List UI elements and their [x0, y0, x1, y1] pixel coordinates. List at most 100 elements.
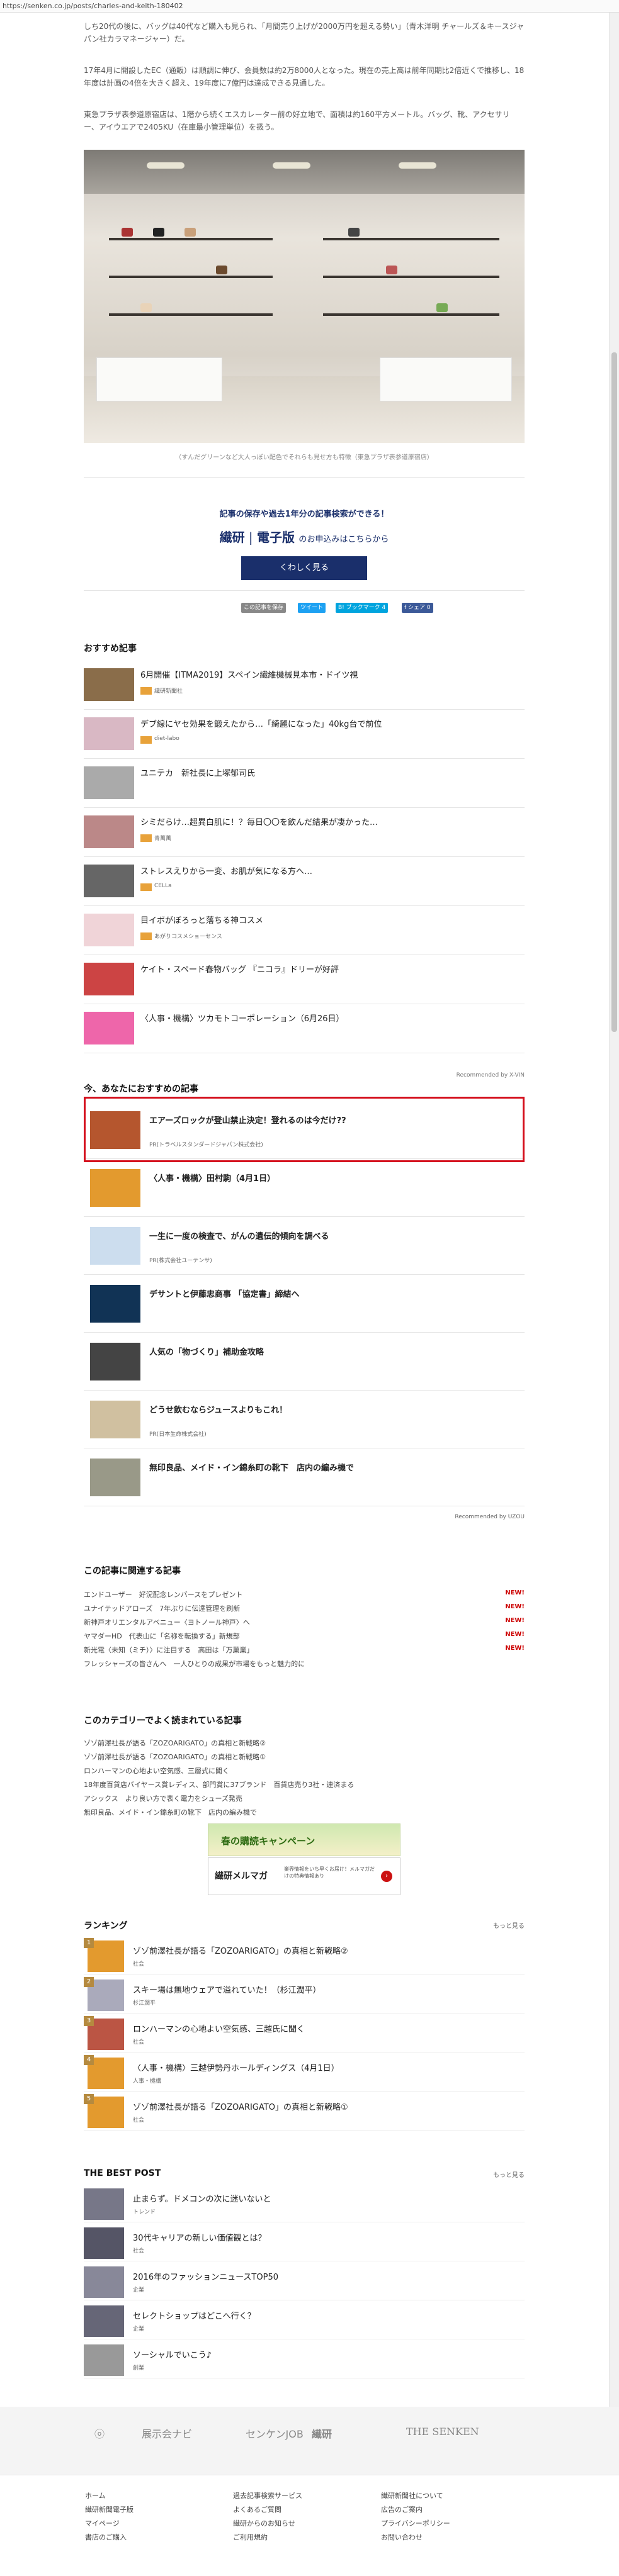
footer-link[interactable]: 過去記事検索サービス	[233, 2490, 302, 2500]
category-item[interactable]: アシックス より良い方で表く電力をシューズ発売	[84, 1793, 525, 1803]
ranking-item[interactable]: 5 ゾゾ前澤社長が語る「ZOZOARIGATO」の真相と新戦略① 社会	[84, 2094, 525, 2131]
osusume-item-title[interactable]: どうせ飲むならジュースよりもこれ！	[149, 1403, 287, 1415]
recommend-item-title[interactable]: デブ線にヤセ効果を鍛えたから…「綺麗になった」40kg台で前位	[140, 717, 382, 729]
ranking-item-title[interactable]: ゾゾ前澤社長が語る「ZOZOARIGATO」の真相と新戦略②	[133, 1944, 348, 1956]
best-post-title[interactable]: 2016年のファッションニュースTOP50	[133, 2270, 278, 2282]
category-item[interactable]: ゾゾ前澤社長が語る「ZOZOARIGATO」の真相と新戦略①	[84, 1752, 525, 1762]
related-item-text[interactable]: 新光電〈未知（ミチ）〉に注目する 高田は「万菓業」	[84, 1646, 254, 1654]
recommend-item[interactable]: 目イボがぼろっと落ちる神コスメ あがりコスメショーセンス	[84, 911, 525, 955]
osusume-item-title[interactable]: 人気の「物づくり」補助金攻略	[149, 1345, 264, 1357]
scrollbar[interactable]	[609, 13, 619, 2576]
related-item[interactable]: ユナイテッドアローズ 7年ぶりに伝達管理を刷新 NEW!	[84, 1603, 525, 1613]
ranking-item-title[interactable]: スキー場は無地ウェアで溢れていた！（杉江潤平）	[133, 1983, 321, 1995]
ranking-more-link[interactable]: もっと見る	[493, 1920, 525, 1930]
best-post-item[interactable]: 止まらず。ドメコンの次に迷いないと トレンド	[84, 2186, 525, 2222]
osusume-item[interactable]: 無印良品、メイド・イン錦糸町の靴下 店内の編み機で	[84, 1448, 525, 1506]
best-post-item[interactable]: 2016年のファッションニュースTOP50 企業	[84, 2264, 525, 2300]
footer-logo-senken[interactable]: 繊研	[312, 2426, 332, 2441]
related-item-text[interactable]: エンドユーザー 好況配念レンバースをプレゼント	[84, 1591, 242, 1599]
recommend-item-title[interactable]: 〈人事・機構〉ツカモトコーポレーション（6月26日）	[140, 1012, 344, 1024]
osusume-thumb	[90, 1169, 140, 1207]
footer-link[interactable]: 繊研新聞電子版	[85, 2504, 133, 2514]
related-item-text[interactable]: ユナイテッドアローズ 7年ぶりに伝達管理を刷新	[84, 1604, 240, 1613]
recommend-item-title[interactable]: ケイト・スペード春物バッグ 『ニコラ』ドリーが好評	[140, 963, 339, 975]
best-post-item[interactable]: ソーシャルでいこう♪ 創業	[84, 2342, 525, 2378]
best-post-category: 企業	[133, 2326, 145, 2332]
footer-link[interactable]: マイページ	[85, 2518, 120, 2528]
osusume-item-title[interactable]: 無印良品、メイド・イン錦糸町の靴下 店内の編み機で	[149, 1461, 354, 1473]
osusume-item[interactable]: どうせ飲むならジュースよりもこれ！ PR(日本生命株式会社)	[84, 1391, 525, 1448]
footer-link[interactable]: お問い合わせ	[381, 2532, 423, 2542]
related-item[interactable]: ヤマダーHD 代表山に「名称を転換する」新規部 NEW!	[84, 1631, 525, 1641]
recommend-item[interactable]: シミだらけ…超異白肌に！？毎日〇〇を飲んだ結果が凄かった… 青萬萬	[84, 813, 525, 857]
related-item[interactable]: 新光電〈未知（ミチ）〉に注目する 高田は「万菓業」 NEW!	[84, 1645, 525, 1655]
recommend-item[interactable]: 6月開催【ITMA2019】スペイン繊維機械見本市・ドイツ視 繊研新聞社	[84, 666, 525, 710]
related-item-text[interactable]: ヤマダーHD 代表山に「名称を転換する」新規部	[84, 1632, 240, 1640]
recommend-item[interactable]: ケイト・スペード春物バッグ 『ニコラ』ドリーが好評	[84, 960, 525, 1004]
related-item[interactable]: 新神戸オリエンタルアベニュー〈ヨトノール神戸〉へ NEW!	[84, 1617, 525, 1627]
best-post-title[interactable]: セレクトショップはどこへ行く？	[133, 2309, 256, 2321]
mailmag-banner[interactable]: 繊研メルマガ 業界情報をいち早くお届け！メルマガだけの特典情報あり ›	[208, 1857, 400, 1895]
related-item[interactable]: フレッシャーズの皆さんへ 一人ひとりの成果が市場をもっと魅力的に	[84, 1659, 525, 1669]
scrollbar-thumb[interactable]	[611, 352, 617, 1032]
related-item-text[interactable]: 新神戸オリエンタルアベニュー〈ヨトノール神戸〉へ	[84, 1618, 250, 1627]
category-item[interactable]: ロンハーマンの心地よい空気感、三層式に聞く	[84, 1766, 525, 1776]
hatena-button[interactable]: B! ブックマーク 4	[336, 603, 389, 613]
best-more-link[interactable]: もっと見る	[493, 2170, 525, 2179]
ranking-item-title[interactable]: ゾゾ前澤社長が語る「ZOZOARIGATO」の真相と新戦略①	[133, 2100, 348, 2112]
footer-link[interactable]: 繊研からのお知らせ	[233, 2518, 295, 2528]
footer-logo-job[interactable]: センケンJOB	[246, 2426, 304, 2441]
recommend-item[interactable]: ユニテカ 新社長に上塚郁司氏	[84, 764, 525, 808]
footer-link[interactable]: 書店のご購入	[85, 2532, 127, 2542]
promo-detail-button[interactable]: くわしく見る	[241, 556, 367, 580]
ranking-item[interactable]: 2 スキー場は無地ウェアで溢れていた！（杉江潤平） 杉江潤平	[84, 1977, 525, 2013]
recommend-item[interactable]: デブ線にヤセ効果を鍛えたから…「綺麗になった」40kg台で前位 diet-labo	[84, 715, 525, 759]
best-post-title[interactable]: ソーシャルでいこう♪	[133, 2348, 212, 2360]
category-item[interactable]: ゾゾ前澤社長が語る「ZOZOARIGATO」の真相と新戦略②	[84, 1738, 525, 1748]
campaign-banner[interactable]: 春の購読キャンペーン	[208, 1823, 400, 1856]
recommend-thumb	[84, 914, 134, 946]
recommend-item-title[interactable]: ストレスえりから一変、お肌が気になる方へ…	[140, 865, 312, 876]
related-item-text[interactable]: フレッシャーズの皆さんへ 一人ひとりの成果が市場をもっと魅力的に	[84, 1660, 305, 1668]
category-item[interactable]: 無印良品、メイド・イン錦糸町の靴下 店内の編み機で	[84, 1807, 525, 1817]
osusume-item[interactable]: 人気の「物づくり」補助金攻略	[84, 1333, 525, 1391]
osusume-item-title[interactable]: 〈人事・機構〉田村駒（4月1日）	[149, 1172, 275, 1184]
footer-link[interactable]: 広告のご案内	[381, 2504, 423, 2514]
recommend-item-title[interactable]: シミだらけ…超異白肌に！？毎日〇〇を飲んだ結果が凄かった…	[140, 815, 378, 827]
osusume-item-title[interactable]: デサントと伊藤忠商事 「協定書」締結へ	[149, 1287, 300, 1299]
facebook-share-button[interactable]: f シェア 0	[402, 603, 433, 613]
footer-link[interactable]: ご利用規約	[233, 2532, 268, 2542]
recommend-item[interactable]: ストレスえりから一変、お肌が気になる方へ… CELLa	[84, 862, 525, 906]
save-article-button[interactable]: この記事を保存	[241, 603, 287, 613]
ranking-item[interactable]: 3 ロンハーマンの心地よい空気感、三越氏に聞く 社会	[84, 2016, 525, 2052]
osusume-item[interactable]: デサントと伊藤忠商事 「協定書」締結へ	[84, 1275, 525, 1333]
footer-link[interactable]: ホーム	[85, 2490, 106, 2500]
footer-link[interactable]: 繊研新聞社について	[381, 2490, 443, 2500]
rank-number: 1	[84, 1938, 94, 1948]
recommend-item-title[interactable]: ユニテカ 新社長に上塚郁司氏	[140, 766, 255, 778]
related-item[interactable]: エンドユーザー 好況配念レンバースをプレゼント NEW!	[84, 1589, 525, 1599]
recommend-item[interactable]: 〈人事・機構〉ツカモトコーポレーション（6月26日）	[84, 1009, 525, 1053]
url-text[interactable]: https://senken.co.jp/posts/charles-and-k…	[3, 2, 183, 10]
footer-link[interactable]: よくあるご質問	[233, 2504, 281, 2514]
footer-logo-expo[interactable]: 展示会ナビ	[142, 2426, 192, 2441]
recommend-item-title[interactable]: 6月開催【ITMA2019】スペイン繊維機械見本市・ドイツ視	[140, 668, 358, 680]
osusume-item[interactable]: 〈人事・機構〉田村駒（4月1日）	[84, 1159, 525, 1217]
ranking-item[interactable]: 1 ゾゾ前澤社長が語る「ZOZOARIGATO」の真相と新戦略② 社会	[84, 1938, 525, 1974]
best-post-item[interactable]: セレクトショップはどこへ行く？ 企業	[84, 2303, 525, 2339]
ranking-item[interactable]: 4 〈人事・機構〉三越伊勢丹ホールディングス（4月1日） 人事・機構	[84, 2055, 525, 2092]
footer-logo-thesenken[interactable]: THE SENKEN	[406, 2426, 479, 2438]
best-post-title[interactable]: 30代キャリアの新しい価値観とは？	[133, 2231, 266, 2243]
osusume-item-title[interactable]: 一生に一度の検査で、がんの遺伝的傾向を調べる	[149, 1229, 329, 1241]
footer-link[interactable]: プライバシーポリシー	[381, 2518, 450, 2528]
ranking-item-title[interactable]: ロンハーマンの心地よい空気感、三越氏に聞く	[133, 2022, 305, 2034]
tweet-button[interactable]: ツイート	[298, 603, 326, 613]
category-item[interactable]: 18年度百貨店バイヤース賞レディス、部門賞に37ブランド 百貨店売り3社・連済ま…	[84, 1779, 525, 1789]
best-post-title[interactable]: 止まらず。ドメコンの次に迷いないと	[133, 2192, 271, 2204]
best-post-item[interactable]: 30代キャリアの新しい価値観とは？ 社会	[84, 2225, 525, 2261]
recommend-item-title[interactable]: 目イボがぼろっと落ちる神コスメ	[140, 914, 263, 926]
osusume-item[interactable]: 一生に一度の検査で、がんの遺伝的傾向を調べる PR(株式会社ユーテンサ)	[84, 1217, 525, 1275]
ranking-item-title[interactable]: 〈人事・機構〉三越伊勢丹ホールディングス（4月1日）	[133, 2061, 339, 2073]
footer-logo[interactable]: ⓞ	[94, 2426, 105, 2441]
new-badge: NEW!	[505, 1645, 525, 1652]
